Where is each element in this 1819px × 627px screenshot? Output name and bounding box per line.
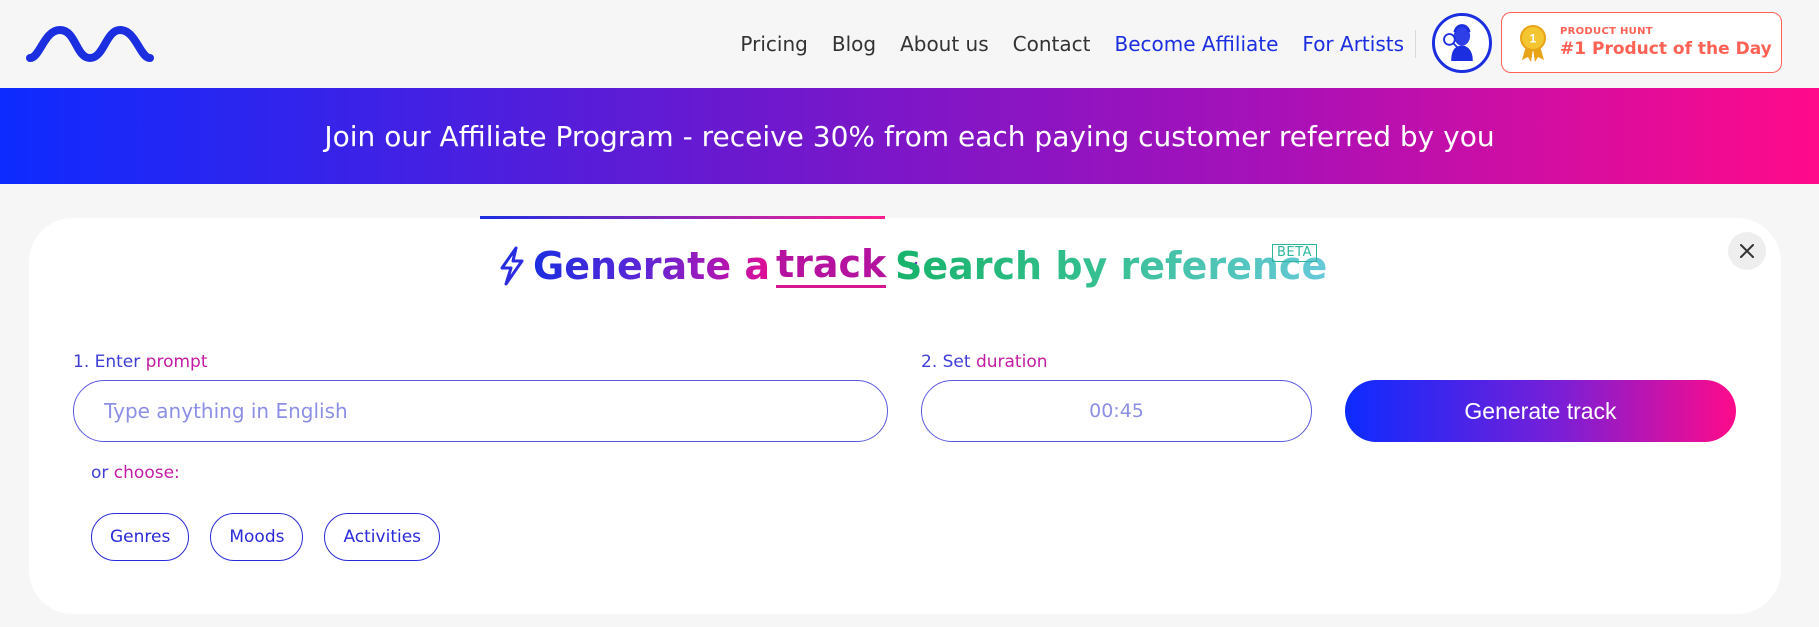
affiliate-banner-text: Join our Affiliate Program - receive 30%…	[324, 119, 1495, 153]
or-choose-label: or choose:	[91, 463, 180, 483]
svg-text:1: 1	[1530, 31, 1537, 45]
mode-tabs: Generate a track Search by reference BET…	[29, 218, 1781, 318]
avatar[interactable]	[1432, 13, 1492, 73]
active-tab-indicator	[480, 216, 885, 219]
generate-track-button[interactable]: Generate track	[1345, 380, 1736, 442]
product-hunt-badge[interactable]: 1 PRODUCT HUNT #1 Product of the Day	[1501, 12, 1782, 73]
prompt-input[interactable]	[73, 380, 888, 442]
duration-field[interactable]: 00:45	[921, 380, 1312, 442]
affiliate-banner[interactable]: Join our Affiliate Program - receive 30%…	[0, 88, 1819, 184]
close-button[interactable]	[1728, 232, 1766, 270]
main-nav: Pricing Blog About us Contact Become Aff…	[740, 0, 1404, 88]
nav-divider	[1415, 30, 1416, 58]
tab-search-by-reference[interactable]: Search by reference	[895, 244, 1327, 288]
tab-generate-type[interactable]: track	[775, 245, 887, 288]
product-hunt-label: PRODUCT HUNT	[1560, 26, 1653, 38]
nav-blog[interactable]: Blog	[832, 32, 876, 56]
site-header: Pricing Blog About us Contact Become Aff…	[0, 0, 1819, 88]
category-chips: Genres Moods Activities	[91, 513, 441, 561]
medal-icon: 1	[1520, 24, 1546, 62]
brand-logo[interactable]	[26, 24, 154, 64]
chip-moods[interactable]: Moods	[210, 513, 304, 561]
prompt-label: 1. Enter prompt	[73, 352, 208, 372]
close-icon	[1740, 244, 1754, 258]
tab-generate-label: Generate a	[533, 244, 770, 288]
product-hunt-title: #1 Product of the Day	[1560, 39, 1772, 60]
generator-card: Generate a track Search by reference BET…	[29, 218, 1781, 614]
chip-genres[interactable]: Genres	[91, 513, 190, 561]
duration-label: 2. Set duration	[921, 352, 1048, 372]
tab-generate-track[interactable]: Generate a track	[497, 244, 920, 288]
nav-for-artists[interactable]: For Artists	[1302, 32, 1404, 56]
nav-about-us[interactable]: About us	[900, 32, 989, 56]
lightning-icon	[500, 246, 524, 286]
chip-activities[interactable]: Activities	[324, 513, 441, 561]
nav-become-affiliate[interactable]: Become Affiliate	[1114, 32, 1278, 56]
duration-value: 00:45	[1089, 400, 1144, 422]
beta-badge: BETA	[1272, 244, 1317, 262]
avatar-illustration-icon	[1435, 16, 1484, 65]
nav-contact[interactable]: Contact	[1013, 32, 1091, 56]
nav-pricing[interactable]: Pricing	[740, 32, 807, 56]
